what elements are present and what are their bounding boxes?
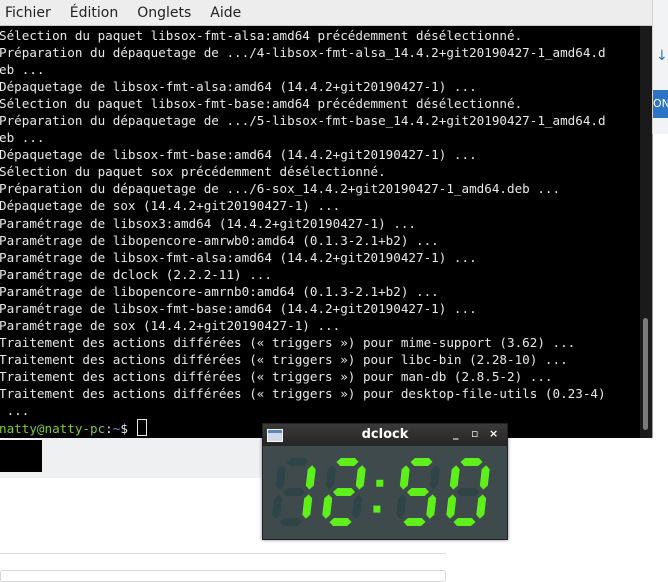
menu-edition[interactable]: Édition [65, 5, 118, 21]
clock-display [263, 446, 507, 539]
clock-segment-b [479, 465, 490, 490]
terminal-line: Préparation du dépaquetage de .../6-sox_… [0, 181, 561, 197]
terminal-line: eb ... [0, 130, 45, 146]
terminal-line: Sélection du paquet libsox-fmt-alsa:amd6… [0, 28, 523, 43]
terminal-window[interactable]: Fichier Édition Onglets Aide Sélection d… [0, 0, 653, 438]
clock-segment-d [279, 518, 302, 526]
terminal-line: Sélection du paquet libsox-fmt-base:amd6… [0, 96, 523, 112]
terminal-line: Dépaquetage de libsox-fmt-base:amd64 (14… [0, 147, 477, 163]
terminal-line: Paramétrage de sox (14.4.2+git20190427-1… [0, 317, 341, 333]
terminal-scrollbar[interactable] [640, 26, 652, 438]
clock-segment-b [355, 465, 366, 490]
clock-segment-g [407, 488, 429, 496]
clock-segment-f [275, 465, 286, 490]
clock-colon-dot [373, 505, 381, 513]
clock-segment-e [446, 494, 457, 519]
shell-prompt: natty@natty-pc:~$ [0, 419, 147, 437]
clock-segment-f [449, 465, 460, 490]
clock-segment-a [410, 458, 433, 466]
background-blue-tab[interactable]: ON [653, 90, 668, 118]
terminal-line: Paramétrage de libsox-fmt-alsa:amd64 (14… [0, 249, 477, 265]
terminal-line: Paramétrage de dclock (2.2.2-11) ... [0, 266, 272, 282]
prompt-dollar: $ [120, 421, 136, 437]
clock-segment-b [429, 465, 440, 490]
clock-segment-g [333, 488, 355, 496]
clock-segment-g [457, 488, 479, 496]
clock-segment-d [329, 518, 352, 526]
prompt-separator: : [105, 421, 113, 437]
background-dark-block [0, 440, 42, 472]
clock-segment-e [322, 494, 333, 519]
terminal-line: eb ... [0, 62, 45, 78]
terminal-line: ... [0, 403, 30, 419]
terminal-scrollbar-thumb[interactable] [643, 318, 648, 430]
terminal-line: Paramétrage de libopencore-amrwb0:amd64 … [0, 232, 439, 248]
menu-fichier[interactable]: Fichier [0, 5, 51, 21]
clock-segment-a [460, 458, 483, 466]
terminal-line: Traitement des actions différées (« trig… [0, 334, 576, 350]
clock-segment-c [302, 494, 313, 519]
terminal-line: Paramétrage de libsox3:amd64 (14.4.2+git… [0, 215, 417, 231]
background-divider [0, 553, 446, 554]
maximize-button[interactable]: ▫ [471, 427, 478, 440]
background-input-box[interactable] [0, 570, 446, 582]
clock-segment-c [426, 494, 437, 519]
terminal-output[interactable]: Sélection du paquet libsox-fmt-alsa:amd6… [0, 26, 640, 438]
close-button[interactable]: × [489, 427, 498, 440]
seven-segment-clock [272, 458, 490, 526]
text-cursor [136, 419, 147, 437]
menu-onglets[interactable]: Onglets [132, 5, 191, 21]
terminal-line: Dépaquetage de sox (14.4.2+git20190427-1… [0, 198, 341, 214]
terminal-line: Traitement des actions différées (« trig… [0, 368, 553, 384]
terminal-line: Paramétrage de libopencore-amrnb0:amd64 … [0, 283, 439, 299]
download-arrow-icon[interactable]: ↓ [656, 48, 668, 64]
clock-segment-f [399, 465, 410, 490]
terminal-line: Traitement des actions différées (« trig… [0, 351, 568, 367]
clock-segment-a [286, 458, 309, 466]
terminal-line: Paramétrage de libsox-fmt-base:amd64 (14… [0, 300, 477, 316]
clock-segment-e [396, 494, 407, 519]
minimize-button[interactable]: _ [453, 427, 459, 440]
terminal-line: Dépaquetage de libsox-fmt-alsa:amd64 (14… [0, 79, 477, 95]
prompt-user: natty@natty-pc [0, 421, 106, 437]
clock-colon-dot [376, 479, 384, 487]
terminal-text: Sélection du paquet libsox-fmt-alsa:amd6… [0, 27, 606, 437]
clock-segment-g [283, 488, 305, 496]
terminal-line: Traitement des actions différées (« trig… [0, 385, 606, 401]
clock-segment-a [336, 458, 359, 466]
clock-segment-e [272, 494, 283, 519]
clock-segment-c [476, 494, 487, 519]
clock-segment-d [453, 518, 476, 526]
clock-segment-f [325, 465, 336, 490]
terminal-line: Préparation du dépaquetage de .../5-libs… [0, 113, 606, 129]
clock-segment-d [403, 518, 426, 526]
background-window-edge: ↓ ON [652, 0, 668, 134]
dclock-titlebar[interactable]: dclock _ ▫ × [263, 424, 507, 446]
dclock-window[interactable]: dclock _ ▫ × [262, 423, 508, 540]
clock-segment-c [352, 494, 363, 519]
menu-aide[interactable]: Aide [205, 5, 241, 21]
terminal-menubar: Fichier Édition Onglets Aide [0, 0, 652, 26]
clock-segment-b [305, 465, 316, 490]
terminal-line: Préparation du dépaquetage de .../4-libs… [0, 45, 606, 61]
terminal-line: Sélection du paquet sox précédemment dés… [0, 164, 386, 180]
